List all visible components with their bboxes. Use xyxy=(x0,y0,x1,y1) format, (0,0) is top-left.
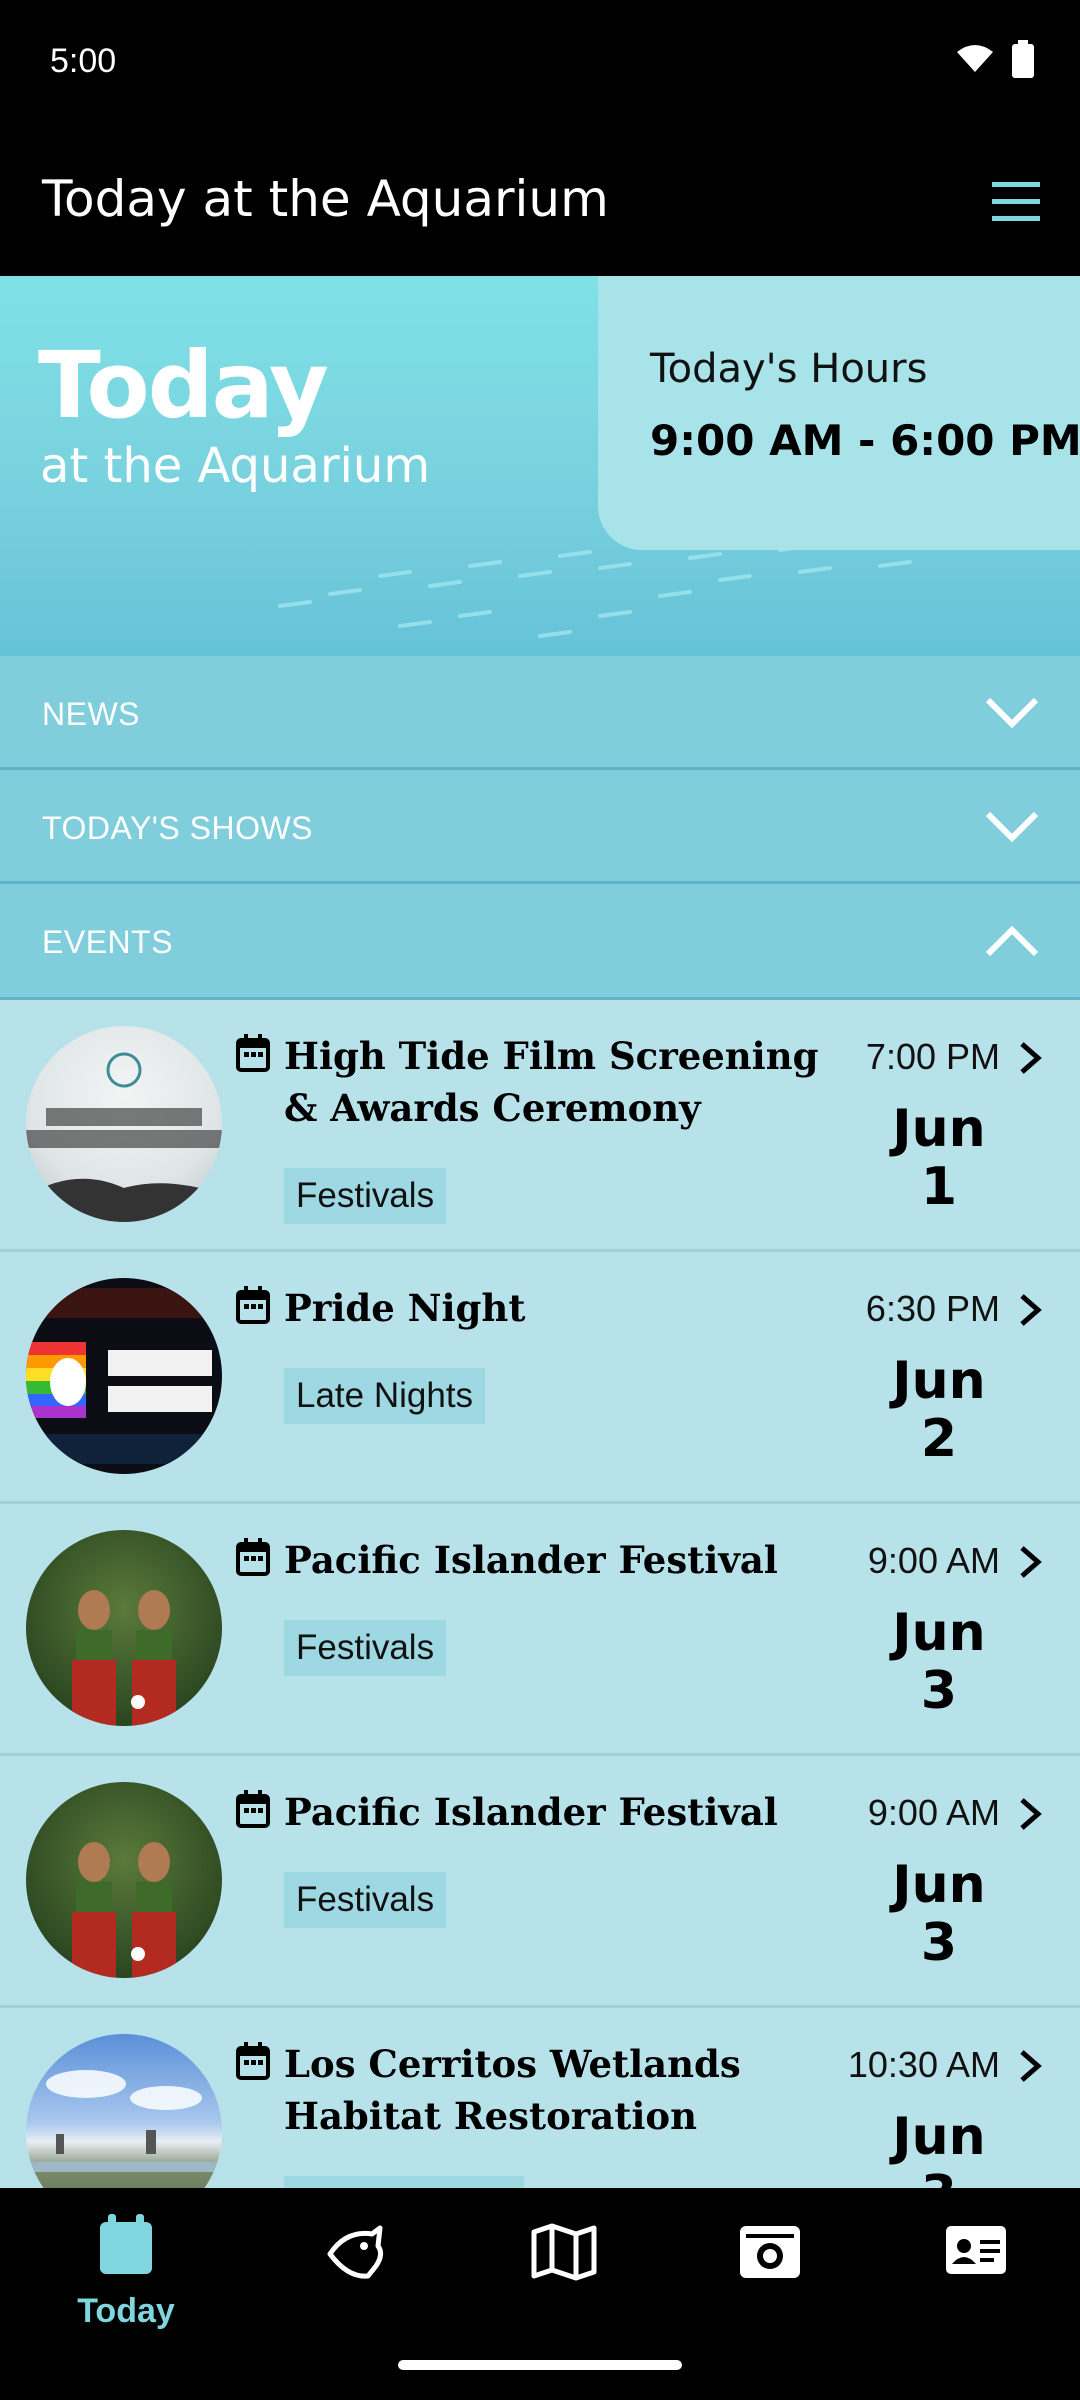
nav-today[interactable]: Today xyxy=(56,2214,196,2334)
app-title: Today at the Aquarium xyxy=(42,170,609,228)
event-day: 3 xyxy=(920,1913,958,1973)
hours-card: Today's Hours 9:00 AM - 6:00 PM xyxy=(598,276,1080,550)
wifi-icon xyxy=(957,45,993,72)
list-item[interactable]: High Tide Film Screening & Awards Ceremo… xyxy=(0,1000,1080,1252)
hero-banner: Today at the Aquarium Today's Hours 9:00… xyxy=(0,276,1080,656)
fish-icon xyxy=(327,2225,384,2279)
event-time: 7:00 PM xyxy=(865,1036,1000,1077)
battery-icon xyxy=(1012,40,1034,78)
event-title: Los Cerritos Wetlands Habitat Restoratio… xyxy=(284,2042,741,2138)
calendar-icon xyxy=(236,1286,270,1324)
home-indicator[interactable] xyxy=(398,2360,682,2370)
dancers-thumbnail xyxy=(26,1530,222,1726)
calendar-icon xyxy=(236,2042,270,2080)
event-tag: Festivals xyxy=(284,1620,447,1676)
event-title: High Tide Film Screening & Awards Ceremo… xyxy=(284,1034,819,1130)
event-title: Pacific Islander Festival xyxy=(284,1790,778,1834)
hero-title: Today xyxy=(38,332,329,439)
nav-membership[interactable] xyxy=(906,2214,1046,2334)
events-list[interactable]: High Tide Film Screening & Awards Ceremo… xyxy=(0,1000,1080,2188)
event-month: Jun xyxy=(892,1855,986,1915)
pride-night-thumbnail xyxy=(26,1278,222,1474)
list-item[interactable]: Pacific Islander Festival Festivals 9:00… xyxy=(0,1504,1080,1756)
section-todays-shows[interactable]: TODAY'S SHOWS xyxy=(0,770,1080,884)
list-item[interactable]: Pride Night Late Nights 6:30 PM Jun 2 xyxy=(0,1252,1080,1504)
app-bar: Today at the Aquarium xyxy=(0,126,1080,276)
dancers-thumbnail xyxy=(26,1782,222,1978)
hero-subtitle: at the Aquarium xyxy=(40,438,431,494)
section-events[interactable]: EVENTS xyxy=(0,884,1080,1000)
calendar-icon xyxy=(236,1538,270,1576)
event-tag xyxy=(284,2176,524,2188)
event-month: Jun xyxy=(892,1351,986,1411)
event-time: 6:30 PM xyxy=(865,1288,1000,1329)
menu-icon[interactable] xyxy=(988,174,1044,230)
film-screening-thumbnail xyxy=(26,1026,222,1222)
event-title: Pride Night xyxy=(284,1286,526,1330)
event-date: Jun 3 xyxy=(884,2108,994,2188)
nav-animals[interactable] xyxy=(286,2214,426,2334)
event-day: 2 xyxy=(920,1409,958,1469)
calendar-icon xyxy=(236,1790,270,1828)
map-icon xyxy=(531,2223,597,2281)
calendar-icon xyxy=(100,2214,152,2274)
event-tag: Festivals xyxy=(284,1872,447,1928)
section-news[interactable]: NEWS xyxy=(0,656,1080,770)
chevron-right-icon xyxy=(1020,1546,1042,1578)
event-time: 9:00 AM xyxy=(867,1540,1000,1581)
chevron-up-icon xyxy=(985,925,1039,957)
event-day: 1 xyxy=(920,1157,958,1217)
event-month: Jun xyxy=(892,1099,986,1159)
nav-camera[interactable] xyxy=(700,2214,840,2334)
chevron-down-icon xyxy=(985,697,1039,729)
hours-value: 9:00 AM - 6:00 PM xyxy=(650,416,1080,465)
membership-card-icon xyxy=(946,2226,1006,2274)
nav-map[interactable] xyxy=(494,2214,634,2334)
camera-icon xyxy=(740,2226,800,2278)
event-day: 3 xyxy=(884,2166,994,2188)
status-time: 5:00 xyxy=(50,42,117,80)
section-label: TODAY'S SHOWS xyxy=(42,810,314,846)
event-month: Jun xyxy=(892,1603,986,1663)
chevron-right-icon xyxy=(1020,2050,1042,2082)
event-date: Jun 1 xyxy=(884,1100,994,1216)
hours-label: Today's Hours xyxy=(650,346,928,392)
event-day: 3 xyxy=(920,1661,958,1721)
event-date: Jun 3 xyxy=(884,1604,994,1720)
event-date: Jun 3 xyxy=(884,1856,994,1972)
wetlands-thumbnail xyxy=(26,2034,222,2188)
event-tag: Festivals xyxy=(284,1168,447,1224)
section-label: NEWS xyxy=(42,696,140,732)
chevron-right-icon xyxy=(1020,1042,1042,1074)
event-title: Pacific Islander Festival xyxy=(284,1538,778,1582)
chevron-right-icon xyxy=(1020,1798,1042,1830)
list-item[interactable]: Pacific Islander Festival Festivals 9:00… xyxy=(0,1756,1080,2008)
chevron-down-icon xyxy=(985,811,1039,843)
status-bar: 5:00 xyxy=(0,0,1080,126)
section-label: EVENTS xyxy=(42,924,174,960)
event-time: 9:00 AM xyxy=(867,1792,1000,1833)
event-date: Jun 2 xyxy=(884,1352,994,1468)
event-tag: Late Nights xyxy=(284,1368,486,1424)
event-month: Jun xyxy=(892,2107,986,2167)
calendar-icon xyxy=(236,1034,270,1072)
nav-label: Today xyxy=(77,2292,175,2330)
list-item[interactable]: Los Cerritos Wetlands Habitat Restoratio… xyxy=(0,2008,1080,2188)
event-time: 10:30 AM xyxy=(847,2044,1000,2085)
chevron-right-icon xyxy=(1020,1294,1042,1326)
